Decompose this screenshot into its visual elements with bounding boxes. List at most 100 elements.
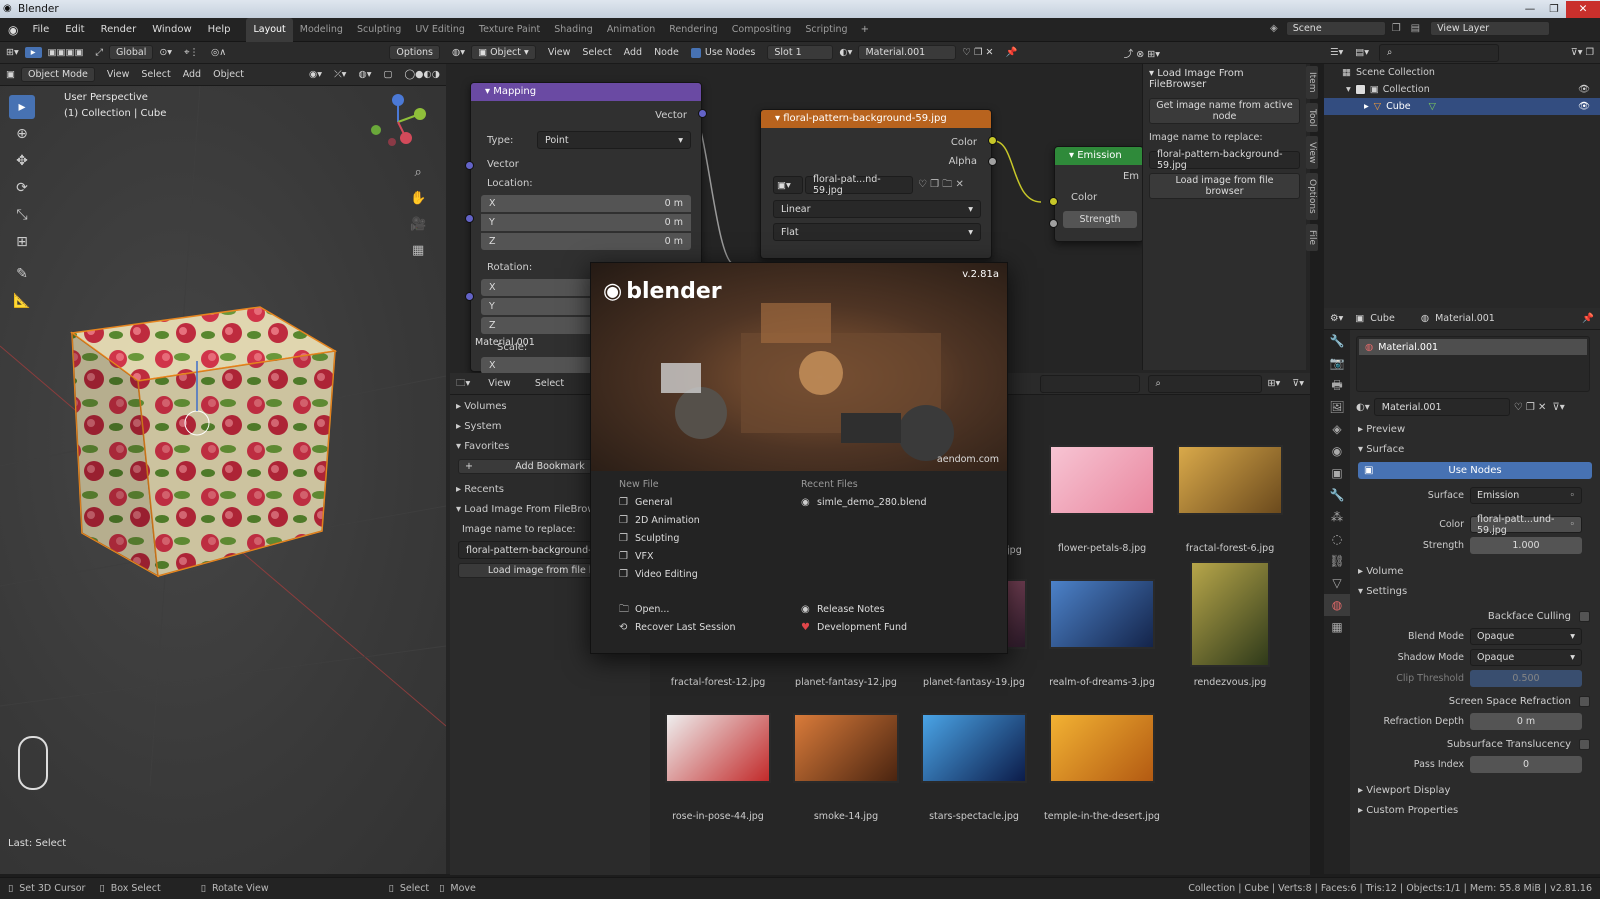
workspace-tab-scripting[interactable]: Scripting [798, 18, 854, 42]
object-tab-icon[interactable]: ▣ [1324, 462, 1350, 484]
file-thumbnail[interactable]: smoke-14.jpg [784, 713, 908, 822]
visibility-icon[interactable]: 👁 [1578, 84, 1590, 95]
emission-node[interactable]: ▾ Emission Em Color Strength [1049, 146, 1144, 242]
xray-icon[interactable]: ▢ [378, 69, 399, 80]
sidebar-tab-item[interactable]: Item [1306, 66, 1318, 99]
display-mode-icon-outliner[interactable]: ▤▾ [1349, 47, 1375, 58]
fb-menu-view[interactable]: View [476, 378, 523, 389]
color-link-field[interactable]: floral-patt...und-59.jpg ◦ [1470, 514, 1582, 536]
output-tab-icon[interactable]: 🖶 [1324, 374, 1350, 396]
recover-session-link[interactable]: ⟲ Recover Last Session [619, 619, 799, 637]
pan-icon[interactable]: ✋ [410, 186, 426, 212]
sidebar-tab-options[interactable]: Options [1306, 173, 1318, 221]
pin-icon[interactable]: 📌 [1000, 47, 1024, 58]
maximize-icon[interactable]: ❐ [1542, 1, 1566, 18]
file-thumbnail[interactable]: rose-in-pose-44.jpg [656, 713, 780, 822]
render-tab-icon[interactable]: 📷 [1324, 352, 1350, 374]
file-thumbnail[interactable]: rendezvous.jpg [1168, 561, 1292, 688]
emission-color-socket[interactable] [1049, 197, 1058, 206]
color-output-socket[interactable] [988, 136, 997, 145]
menu-window[interactable]: Window [144, 18, 199, 42]
pass-index-field[interactable]: 0 [1470, 756, 1582, 773]
release-notes-link[interactable]: ◉ Release Notes [801, 601, 991, 619]
new-file-vfx[interactable]: ❐ VFX [619, 548, 799, 566]
node-menu-view[interactable]: View [542, 47, 577, 58]
get-image-name-button[interactable]: Get image name from active node [1149, 98, 1300, 124]
filebrowser-filter-field[interactable] [1039, 374, 1140, 393]
new-file-sculpting[interactable]: ❐ Sculpting [619, 530, 799, 548]
select-box-icon[interactable]: ▸ [24, 47, 42, 58]
vector-output-socket[interactable] [698, 109, 707, 118]
blend-mode-dropdown[interactable]: Opaque ▾ [1470, 628, 1582, 645]
menu-help[interactable]: Help [200, 18, 239, 42]
image-texture-node[interactable]: ▾ floral-pattern-background-59.jpg Color… [760, 109, 997, 259]
material-browse-icon[interactable]: ◐▾ [833, 47, 858, 58]
view-layer-tab-icon[interactable]: 🖼 [1324, 396, 1350, 418]
strength-socket[interactable] [1049, 219, 1058, 228]
cube-object[interactable] [60, 301, 350, 591]
outliner-filter-icon[interactable]: ⊽▾ ❐ [1565, 47, 1600, 58]
mapping-node-header[interactable]: ▾ Mapping [471, 83, 701, 101]
menu-file[interactable]: File [24, 18, 57, 42]
viewport-menu-object[interactable]: Object [207, 69, 250, 80]
scale-tool-icon[interactable]: ⤡ [9, 203, 35, 227]
file-thumbnail[interactable]: flower-petals-8.jpg [1040, 445, 1164, 554]
preview-section[interactable]: ▸ Preview [1350, 420, 1600, 440]
volume-section[interactable]: ▸ Volume [1350, 562, 1600, 582]
material-tab-icon[interactable]: ◍ [1324, 594, 1350, 616]
overlay-icon[interactable]: ◍▾ [352, 69, 377, 80]
file-thumbnail[interactable]: temple-in-the-desert.jpg [1040, 713, 1164, 822]
location-y-field[interactable]: Y 0 m [481, 214, 691, 231]
settings-section[interactable]: ▾ Settings [1350, 582, 1600, 602]
viewport-menu-select[interactable]: Select [135, 69, 176, 80]
material-browse-icon-props[interactable]: ◐▾ [1356, 402, 1370, 413]
projection-dropdown[interactable]: Flat ▾ [773, 223, 981, 241]
outliner-type-icon[interactable]: ☰▾ [1324, 47, 1349, 58]
material-datablock-actions[interactable]: ♡ ❐ ✕ [1514, 402, 1547, 413]
viewport-menu-add[interactable]: Add [177, 69, 207, 80]
workspace-tab-shading[interactable]: Shading [547, 18, 600, 42]
shading-modes-icon[interactable]: ◯●◐◑ [399, 69, 447, 80]
constraints-tab-icon[interactable]: ⛓ [1324, 550, 1350, 572]
sidebar-tab-view[interactable]: View [1306, 135, 1318, 170]
rotation-socket[interactable] [465, 292, 474, 301]
use-nodes-toggle[interactable]: Use Nodes [685, 47, 762, 58]
camera-icon[interactable]: 🎥 [410, 212, 426, 238]
sss-row[interactable]: Subsurface Translucency [1350, 734, 1600, 754]
use-nodes-button[interactable]: ▣ Use Nodes [1358, 462, 1592, 479]
file-thumbnail[interactable]: realm-of-dreams-3.jpg [1040, 579, 1164, 688]
workspace-tab-rendering[interactable]: Rendering [662, 18, 725, 42]
vector-input-socket[interactable] [465, 161, 474, 170]
3d-viewport[interactable]: ▸ ⊕ ✥ ⟳ ⤡ ⊞ ✎ 📐 User Perspective (1) Col… [0, 86, 446, 874]
collection-checkbox[interactable] [1354, 84, 1366, 95]
development-fund-link[interactable]: ♥ Development Fund [801, 619, 991, 637]
file-thumbnail[interactable]: stars-spectacle.jpg [912, 713, 1036, 822]
image-browse-icon[interactable]: ▣▾ [773, 176, 803, 194]
display-mode-icon[interactable]: ⊞▾ [1262, 378, 1287, 389]
view-layer-selector[interactable]: View Layer [1430, 21, 1551, 36]
new-file-2d-animation[interactable]: ❐ 2D Animation [619, 512, 799, 530]
sidebar-panel-header[interactable]: ▾ Load Image From FileBrowser [1143, 64, 1306, 94]
workspace-tab-animation[interactable]: Animation [600, 18, 662, 42]
cube-visibility-icon[interactable]: 👁 [1578, 101, 1590, 112]
measure-tool-icon[interactable]: 📐 [9, 289, 35, 313]
node-menu-node[interactable]: Node [648, 47, 685, 58]
scene-collection-row[interactable]: ▦ Scene Collection [1324, 64, 1600, 81]
clip-threshold-field[interactable]: 0.500 [1470, 670, 1582, 687]
strength-value-field[interactable]: 1.000 [1470, 537, 1582, 554]
proportional-icon[interactable]: ◎∧ [205, 47, 232, 58]
new-scene-icon[interactable]: ❐ [1392, 23, 1401, 34]
splash-screen[interactable]: ◉ blender v.2.81a aendom.com New File ❐ Ge… [590, 262, 1008, 654]
object-mode-dropdown[interactable]: Object Mode [20, 67, 95, 82]
gizmo-icon[interactable]: ⤫▾ [328, 69, 352, 80]
strength-field[interactable]: Strength [1063, 211, 1137, 228]
workspace-tab-layout[interactable]: Layout [246, 17, 293, 42]
cube-row[interactable]: ▸ ▽ Cube ▽ 👁 [1324, 98, 1600, 115]
location-x-field[interactable]: X 0 m [481, 195, 691, 212]
image-actions-icon[interactable]: ♡ ❐ 🗀 ✕ [918, 177, 964, 194]
world-tab-icon[interactable]: ◉ [1324, 440, 1350, 462]
surface-section[interactable]: ▾ Surface [1350, 440, 1600, 460]
slot-dropdown[interactable]: Slot 1 [767, 45, 834, 60]
sidebar-tab-file[interactable]: File [1306, 224, 1318, 252]
node-menu-add[interactable]: Add [618, 47, 648, 58]
